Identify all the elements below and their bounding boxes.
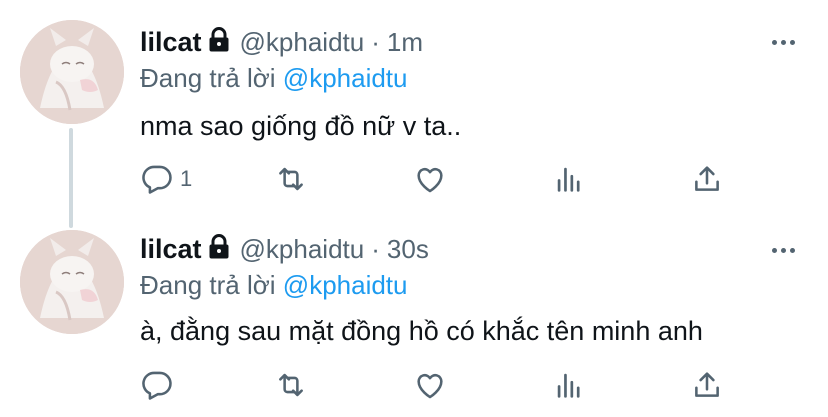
reply-icon bbox=[142, 371, 172, 400]
share-button[interactable] bbox=[690, 162, 724, 196]
analytics-button[interactable] bbox=[552, 162, 586, 196]
display-name[interactable]: lilcat bbox=[140, 234, 202, 265]
separator: · bbox=[371, 234, 380, 264]
replying-to: Đang trả lời @kphaidtu bbox=[140, 63, 408, 94]
like-button[interactable] bbox=[413, 162, 447, 196]
tweet-header: lilcat @kphaidtu · 1m bbox=[140, 27, 423, 58]
share-button[interactable] bbox=[690, 368, 724, 402]
avatar[interactable] bbox=[20, 20, 124, 124]
reply-button[interactable] bbox=[140, 368, 180, 402]
analytics-button[interactable] bbox=[552, 368, 586, 402]
analytics-icon bbox=[557, 373, 580, 398]
lock-icon bbox=[208, 234, 230, 265]
retweet-button[interactable] bbox=[274, 368, 308, 402]
like-button[interactable] bbox=[413, 368, 447, 402]
tweet-text: à, đằng sau mặt đồng hồ có khắc tên minh… bbox=[140, 316, 703, 346]
mention-link[interactable]: @kphaidtu bbox=[283, 270, 408, 300]
tweet-text: nma sao giống đồ nữ v ta.. bbox=[140, 111, 462, 141]
tweet[interactable]: lilcat @kphaidtu · 30s Đang trả lời @kph… bbox=[0, 225, 828, 417]
tweet[interactable]: lilcat @kphaidtu · 1m Đang trả lời @kpha… bbox=[0, 0, 828, 225]
handle[interactable]: @kphaidtu bbox=[240, 27, 365, 58]
separator: · bbox=[371, 27, 380, 57]
timestamp[interactable]: 1m bbox=[387, 27, 423, 58]
like-icon bbox=[417, 373, 443, 399]
replying-prefix: Đang trả lời bbox=[140, 270, 276, 300]
retweet-icon bbox=[279, 167, 303, 191]
retweet-button[interactable] bbox=[274, 162, 308, 196]
more-icon[interactable] bbox=[772, 248, 795, 253]
mention-link[interactable]: @kphaidtu bbox=[283, 63, 408, 93]
timestamp[interactable]: 30s bbox=[387, 234, 429, 265]
retweet-icon bbox=[279, 373, 303, 397]
display-name[interactable]: lilcat bbox=[140, 27, 202, 58]
tweet-header: lilcat @kphaidtu · 30s bbox=[140, 234, 429, 265]
reply-icon bbox=[142, 165, 172, 194]
share-icon bbox=[695, 372, 719, 397]
handle[interactable]: @kphaidtu bbox=[240, 234, 365, 265]
share-icon bbox=[695, 166, 719, 191]
reply-count: 1 bbox=[180, 166, 193, 191]
analytics-icon bbox=[557, 167, 580, 192]
replying-to: Đang trả lời @kphaidtu bbox=[140, 270, 408, 301]
avatar[interactable] bbox=[20, 230, 124, 334]
reply-button[interactable]: 1 bbox=[140, 162, 192, 196]
more-icon[interactable] bbox=[772, 40, 795, 45]
like-icon bbox=[417, 167, 443, 193]
lock-icon bbox=[208, 27, 230, 58]
replying-prefix: Đang trả lời bbox=[140, 63, 276, 93]
